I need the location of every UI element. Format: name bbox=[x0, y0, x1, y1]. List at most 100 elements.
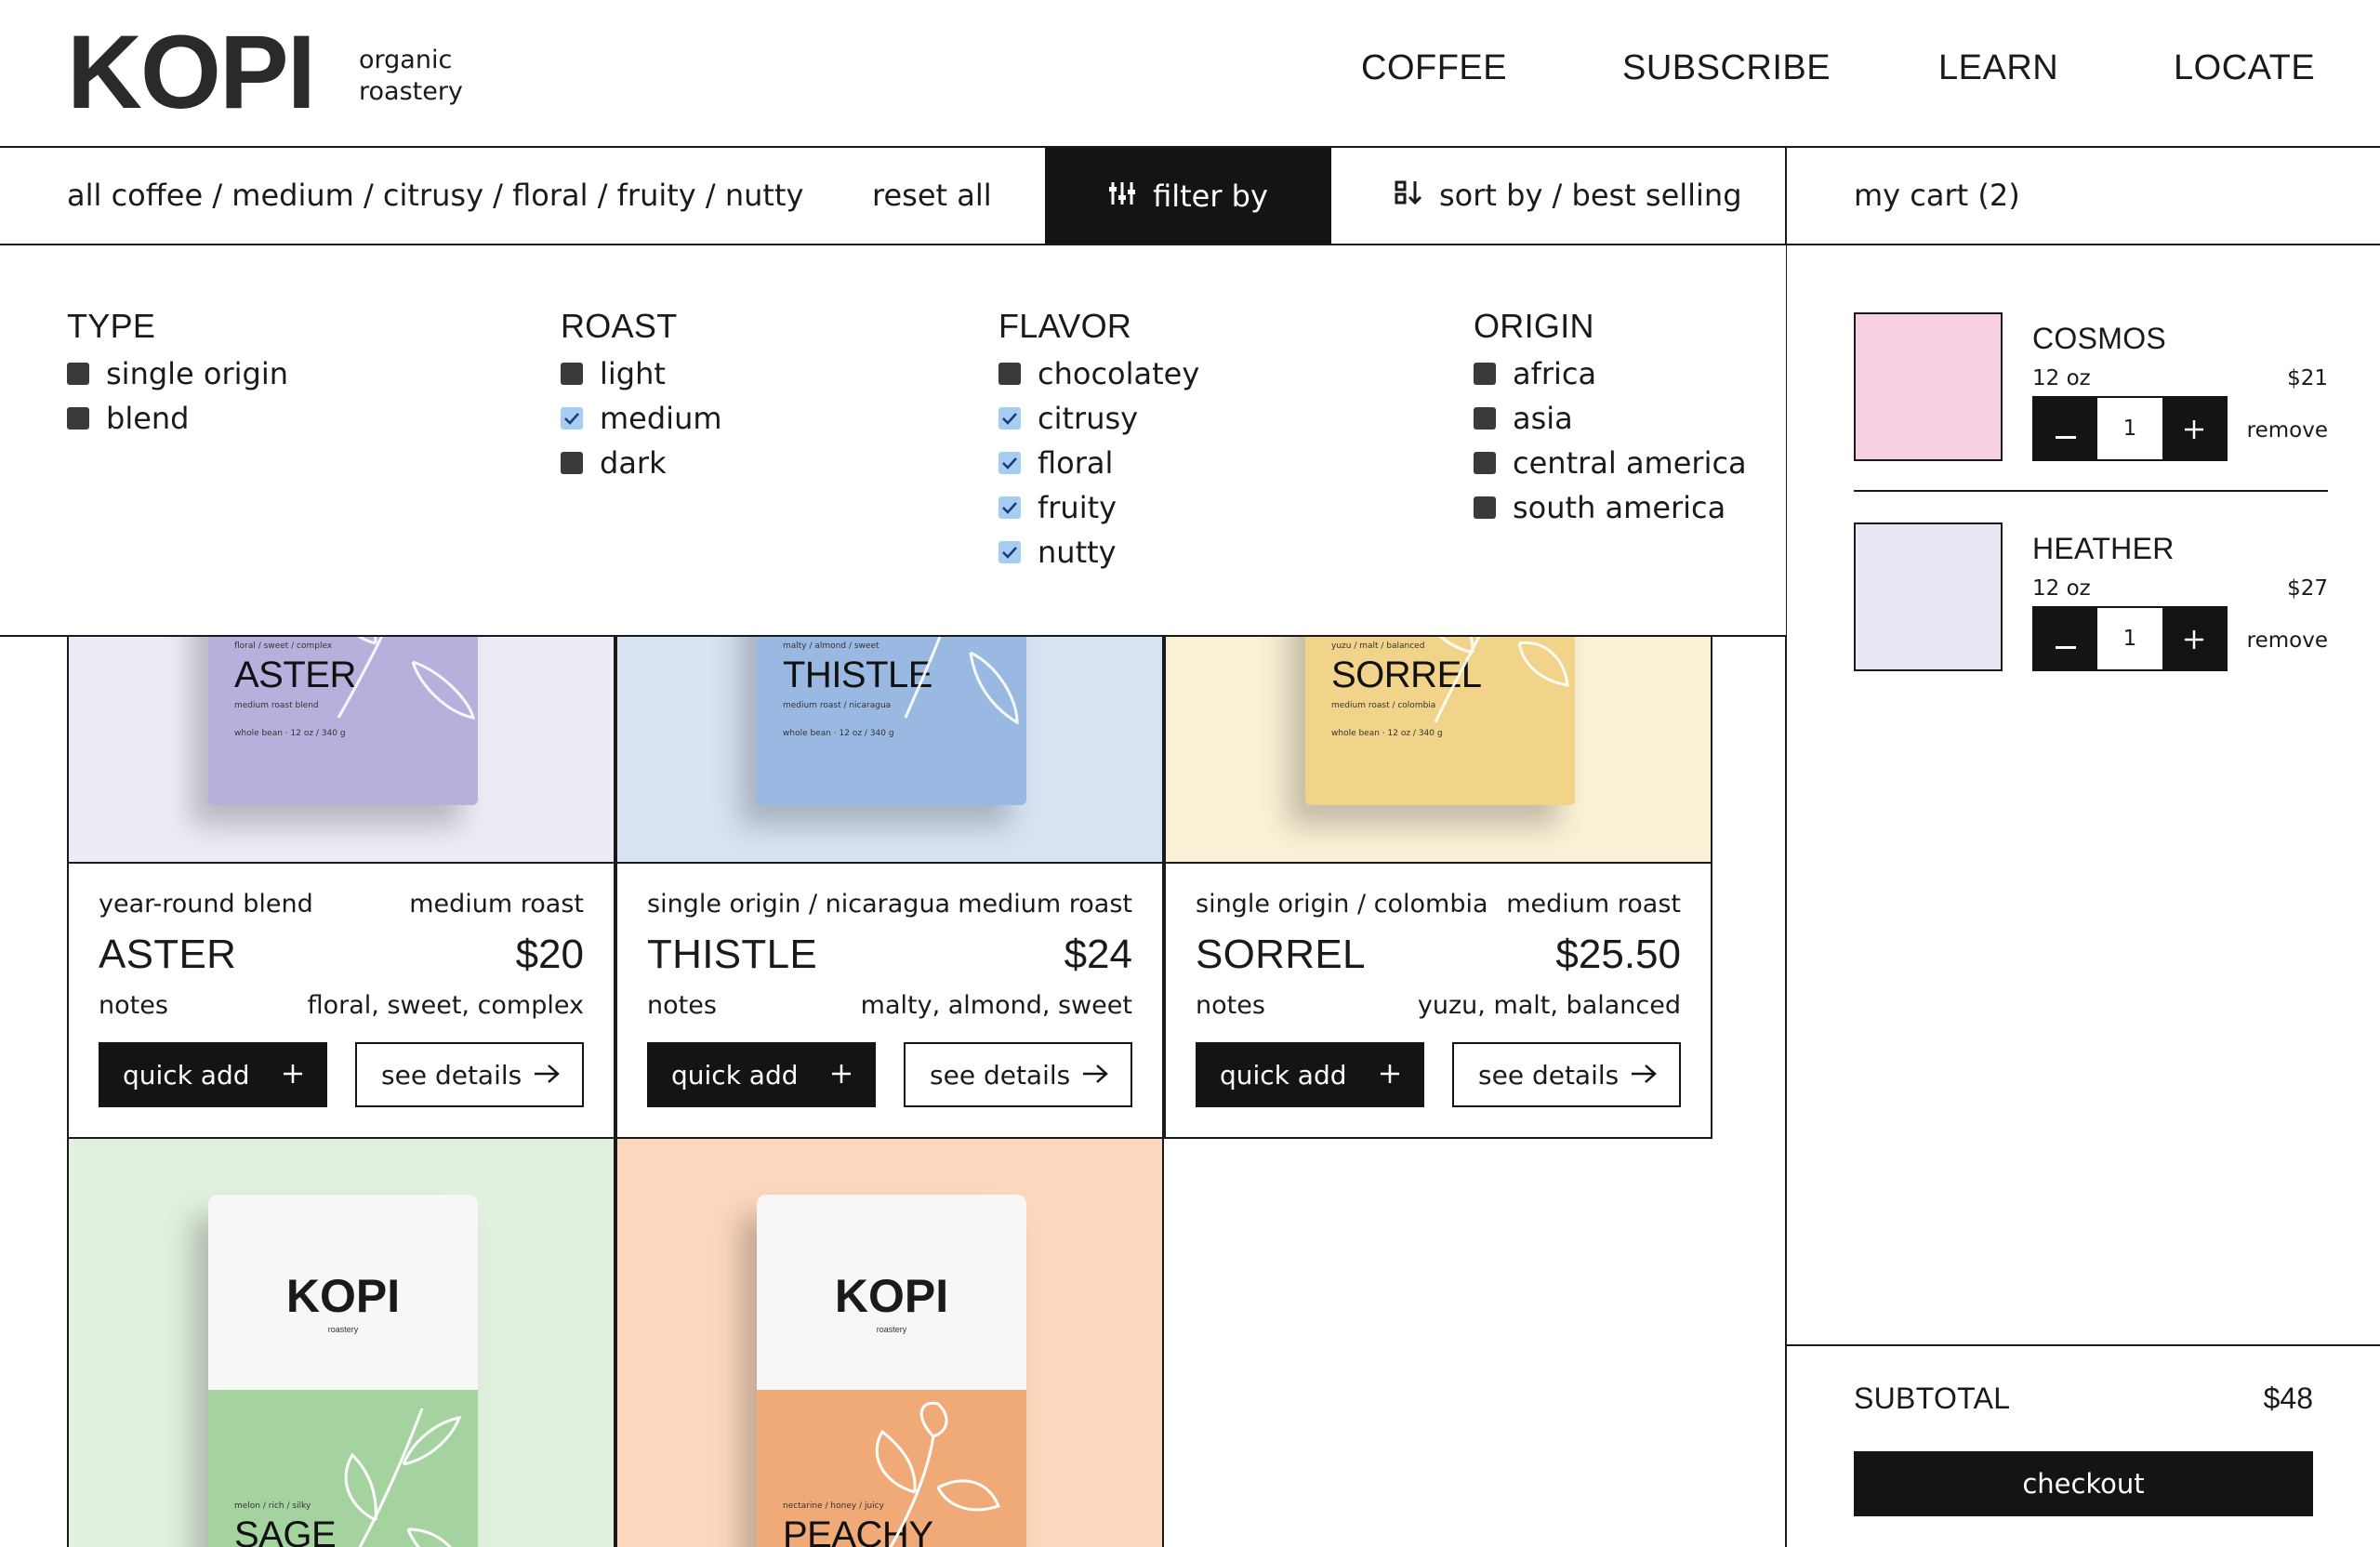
filter-option[interactable]: floral bbox=[998, 441, 1199, 485]
bag-logo-sub: roastery bbox=[327, 1325, 359, 1334]
filter-option[interactable]: south america bbox=[1474, 485, 1747, 530]
product-image[interactable]: KOPI roastery nectarine / honey / juicy … bbox=[617, 1139, 1162, 1547]
filter-breadcrumb[interactable]: all coffee / medium / citrusy / floral /… bbox=[67, 178, 803, 213]
increase-quantity-button[interactable] bbox=[2162, 398, 2226, 459]
filter-group-title: ROAST bbox=[561, 307, 678, 345]
remove-item-button[interactable]: remove bbox=[2247, 418, 2328, 443]
sort-by-button[interactable]: sort by / best selling bbox=[1395, 178, 1742, 213]
logo-tagline-line1: organic bbox=[359, 46, 453, 74]
cart-footer-divider bbox=[1785, 1344, 2380, 1346]
reset-all-button[interactable]: reset all bbox=[872, 178, 992, 213]
filter-option[interactable]: chocolatey bbox=[998, 351, 1199, 396]
sort-icon bbox=[1395, 178, 1422, 213]
filter-checkbox[interactable] bbox=[1474, 407, 1496, 430]
filter-option[interactable]: central america bbox=[1474, 441, 1747, 485]
decrease-quantity-button[interactable] bbox=[2034, 608, 2097, 669]
product-type: year-round blend bbox=[99, 890, 313, 919]
bag-tagline: melon / rich / silky bbox=[234, 1501, 311, 1511]
product-type: single origin / colombia bbox=[1196, 890, 1488, 919]
bag-weight: whole bean · 12 oz / 340 g bbox=[234, 729, 346, 738]
checkmark-icon bbox=[1002, 502, 1017, 514]
site-header: KOPI organic roastery COFFEE SUBSCRIBE L… bbox=[0, 0, 2380, 148]
filter-group-type: TYPE single origin blend bbox=[67, 307, 288, 441]
filter-checkbox[interactable] bbox=[1474, 363, 1496, 385]
filter-option[interactable]: medium bbox=[561, 396, 722, 441]
nav-subscribe[interactable]: SUBSCRIBE bbox=[1622, 48, 1831, 88]
cart-item-image[interactable] bbox=[1854, 522, 2003, 671]
quantity-value[interactable]: 1 bbox=[2097, 398, 2162, 459]
subtotal-value: $48 bbox=[2263, 1382, 2313, 1415]
filter-checkbox[interactable] bbox=[1474, 452, 1496, 474]
quick-add-button[interactable]: quick add bbox=[647, 1042, 876, 1107]
bag-logo: KOPI bbox=[834, 1270, 949, 1322]
filter-option-label: chocolatey bbox=[1038, 356, 1200, 391]
filter-checkbox[interactable] bbox=[998, 407, 1021, 430]
filter-option[interactable]: single origin bbox=[67, 351, 288, 396]
nav-locate[interactable]: LOCATE bbox=[2174, 48, 2315, 88]
product-name[interactable]: SORREL bbox=[1196, 932, 1366, 978]
filter-option[interactable]: citrusy bbox=[998, 396, 1199, 441]
quick-add-button[interactable]: quick add bbox=[99, 1042, 327, 1107]
quantity-value[interactable]: 1 bbox=[2097, 608, 2162, 669]
arrow-right-icon bbox=[534, 1060, 560, 1091]
filter-option[interactable]: nutty bbox=[998, 530, 1199, 575]
nav-coffee[interactable]: COFFEE bbox=[1361, 48, 1507, 88]
see-details-button[interactable]: see details bbox=[904, 1042, 1132, 1107]
product-name[interactable]: THISTLE bbox=[647, 932, 817, 978]
filter-checkbox[interactable] bbox=[561, 363, 583, 385]
filter-checkbox[interactable] bbox=[998, 541, 1021, 563]
my-cart-link[interactable]: my cart (2) bbox=[1854, 178, 2020, 213]
filter-option[interactable]: blend bbox=[67, 396, 288, 441]
filter-option-label: africa bbox=[1513, 356, 1597, 391]
notes-label: notes bbox=[647, 991, 717, 1020]
filter-checkbox[interactable] bbox=[998, 452, 1021, 474]
product-info: single origin / colombia medium roast SO… bbox=[1166, 862, 1711, 1137]
quick-add-label: quick add bbox=[123, 1059, 250, 1091]
remove-item-button[interactable]: remove bbox=[2247, 628, 2328, 653]
logo-tagline: organic roastery bbox=[359, 45, 463, 108]
minus-icon bbox=[2056, 409, 2076, 449]
product-image[interactable]: KOPI roastery melon / rich / silky SAGE bbox=[69, 1139, 614, 1547]
cart-item-name[interactable]: COSMOS bbox=[2032, 322, 2166, 356]
cart-item-image[interactable] bbox=[1854, 312, 2003, 461]
checkout-button[interactable]: checkout bbox=[1854, 1451, 2313, 1516]
cart-item: HEATHER 12 oz $27 1 remove bbox=[1854, 522, 2328, 671]
increase-quantity-button[interactable] bbox=[2162, 608, 2226, 669]
see-details-button[interactable]: see details bbox=[355, 1042, 584, 1107]
filter-option[interactable]: asia bbox=[1474, 396, 1747, 441]
see-details-label: see details bbox=[381, 1059, 522, 1091]
filter-checkbox[interactable] bbox=[998, 496, 1021, 519]
filter-option-label: floral bbox=[1038, 445, 1114, 481]
filter-checkbox[interactable] bbox=[998, 363, 1021, 385]
decrease-quantity-button[interactable] bbox=[2034, 398, 2097, 459]
filter-checkbox[interactable] bbox=[67, 363, 89, 385]
filter-option[interactable]: dark bbox=[561, 441, 722, 485]
checkmark-icon bbox=[1002, 413, 1017, 425]
filter-option[interactable]: fruity bbox=[998, 485, 1199, 530]
quick-add-button[interactable]: quick add bbox=[1196, 1042, 1424, 1107]
filter-checkbox[interactable] bbox=[561, 452, 583, 474]
filter-option-label: nutty bbox=[1038, 535, 1117, 570]
filter-by-button[interactable]: filter by bbox=[1045, 148, 1331, 244]
product-roast: medium roast bbox=[958, 890, 1132, 919]
leaf-illustration bbox=[875, 1401, 1000, 1547]
filter-checkbox[interactable] bbox=[1474, 496, 1496, 519]
bag-logo-sub: roastery bbox=[876, 1325, 907, 1334]
tasting-notes: malty, almond, sweet bbox=[860, 991, 1132, 1020]
plus-icon bbox=[1380, 1060, 1400, 1091]
product-price: $25.50 bbox=[1555, 932, 1681, 977]
filter-checkbox[interactable] bbox=[67, 407, 89, 430]
filter-option[interactable]: light bbox=[561, 351, 722, 396]
tasting-notes: floral, sweet, complex bbox=[307, 991, 584, 1020]
product-name[interactable]: ASTER bbox=[99, 932, 236, 978]
cart-item-name[interactable]: HEATHER bbox=[2032, 532, 2175, 566]
see-details-button[interactable]: see details bbox=[1452, 1042, 1681, 1107]
filter-group-title: FLAVOR bbox=[998, 307, 1132, 345]
filter-option[interactable]: africa bbox=[1474, 351, 1747, 396]
product-type: single origin / nicaragua bbox=[647, 890, 951, 919]
filter-checkbox[interactable] bbox=[561, 407, 583, 430]
filter-option-label: single origin bbox=[106, 356, 289, 391]
product-price: $20 bbox=[515, 932, 584, 977]
see-details-label: see details bbox=[1478, 1059, 1620, 1091]
nav-learn[interactable]: LEARN bbox=[1938, 48, 2058, 88]
